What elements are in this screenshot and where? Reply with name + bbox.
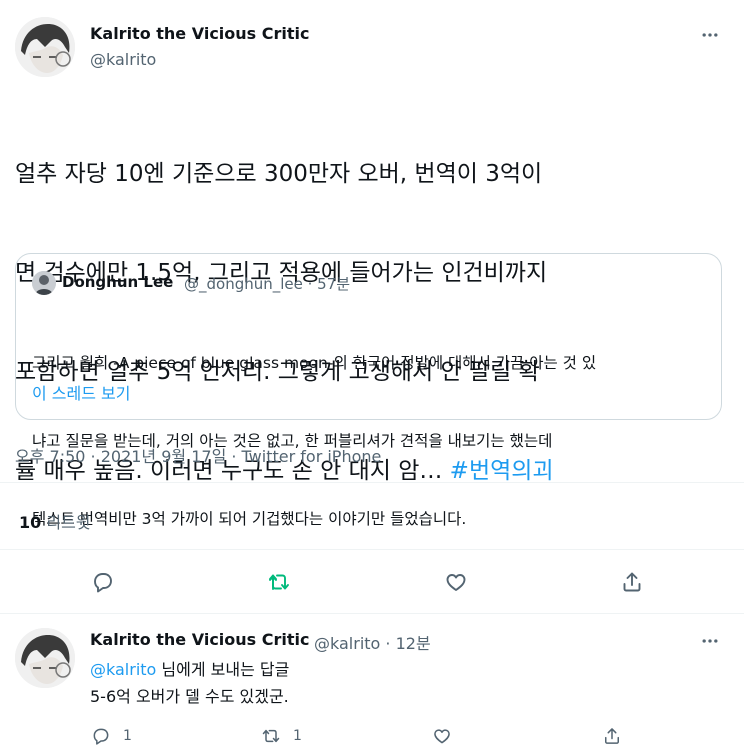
quoted-tweet-card[interactable]: Donghun Lee @_donghun_lee · 57분 그리고 월희 -… — [15, 253, 722, 528]
reply-button[interactable] — [83, 562, 123, 602]
reply-reply-button[interactable]: 1 — [91, 726, 132, 746]
heart-icon — [434, 729, 450, 744]
reply-author-meta[interactable]: @kalrito · 12분 — [314, 630, 431, 654]
more-dots-icon — [702, 33, 718, 37]
quoted-text-line: 그리고 월희 -A piece of blue glass moon-의 한국어… — [32, 354, 597, 372]
reply-share-button[interactable] — [602, 726, 622, 746]
more-dots-icon — [702, 639, 718, 643]
more-options-button[interactable] — [696, 21, 724, 49]
divider — [0, 613, 744, 614]
replying-to-line: @kalrito 님에게 보내는 답글 — [90, 656, 289, 683]
retweet-icon — [269, 574, 289, 590]
retweet-button[interactable] — [259, 562, 299, 602]
quoted-author-name: Donghun Lee — [62, 273, 174, 291]
reply-author-avatar[interactable] — [15, 628, 75, 688]
author-handle[interactable]: @kalrito — [90, 50, 156, 69]
reply-more-options-button[interactable] — [696, 627, 724, 655]
reply-author-name[interactable]: Kalrito the Vicious Critic — [90, 630, 310, 649]
like-button[interactable] — [436, 562, 476, 602]
author-avatar[interactable] — [15, 17, 75, 77]
retweet-icon — [262, 729, 280, 743]
reply-retweet-button[interactable]: 1 — [261, 726, 302, 746]
quoted-author-avatar — [32, 271, 56, 295]
retweet-count-link[interactable]: 10 리트윗 — [19, 509, 91, 533]
mention-link[interactable]: @kalrito — [90, 660, 156, 679]
reply-text: 5-6억 오버가 델 수도 있겠군. — [90, 687, 289, 706]
quoted-author-meta: @_donghun_lee · 57분 — [184, 275, 351, 293]
retweet-count: 10 — [19, 513, 42, 532]
reply-icon — [93, 728, 109, 745]
tweet-timestamp[interactable]: 오후 7:50 · 2021년 9월 17일 · Twitter for iPh… — [15, 443, 381, 467]
divider — [0, 549, 744, 550]
share-icon — [623, 572, 641, 592]
reply-reply-count: 1 — [123, 728, 132, 744]
retweet-count-label: 리트윗 — [46, 513, 91, 532]
reply-retweet-count: 1 — [293, 728, 302, 744]
reply-icon — [94, 573, 112, 593]
show-thread-link[interactable]: 이 스레드 보기 — [32, 380, 131, 404]
share-button[interactable] — [612, 562, 652, 602]
quoted-text-line: 텍스트 번역비만 3억 가까이 되어 기겁했다는 이야기만 들었습니다. — [32, 510, 467, 528]
heart-icon — [446, 574, 466, 591]
divider — [0, 482, 744, 483]
share-icon — [605, 728, 619, 744]
reply-like-button[interactable] — [432, 726, 452, 746]
author-name[interactable]: Kalrito the Vicious Critic — [90, 24, 310, 43]
tweet-text-line: 얼추 자당 10엔 기준으로 300만자 오버, 번역이 3억이 — [15, 161, 543, 187]
quoted-tweet-text: 그리고 월희 -A piece of blue glass moon-의 한국어… — [32, 298, 722, 584]
replying-to-text: 님에게 보내는 답글 — [156, 660, 290, 679]
